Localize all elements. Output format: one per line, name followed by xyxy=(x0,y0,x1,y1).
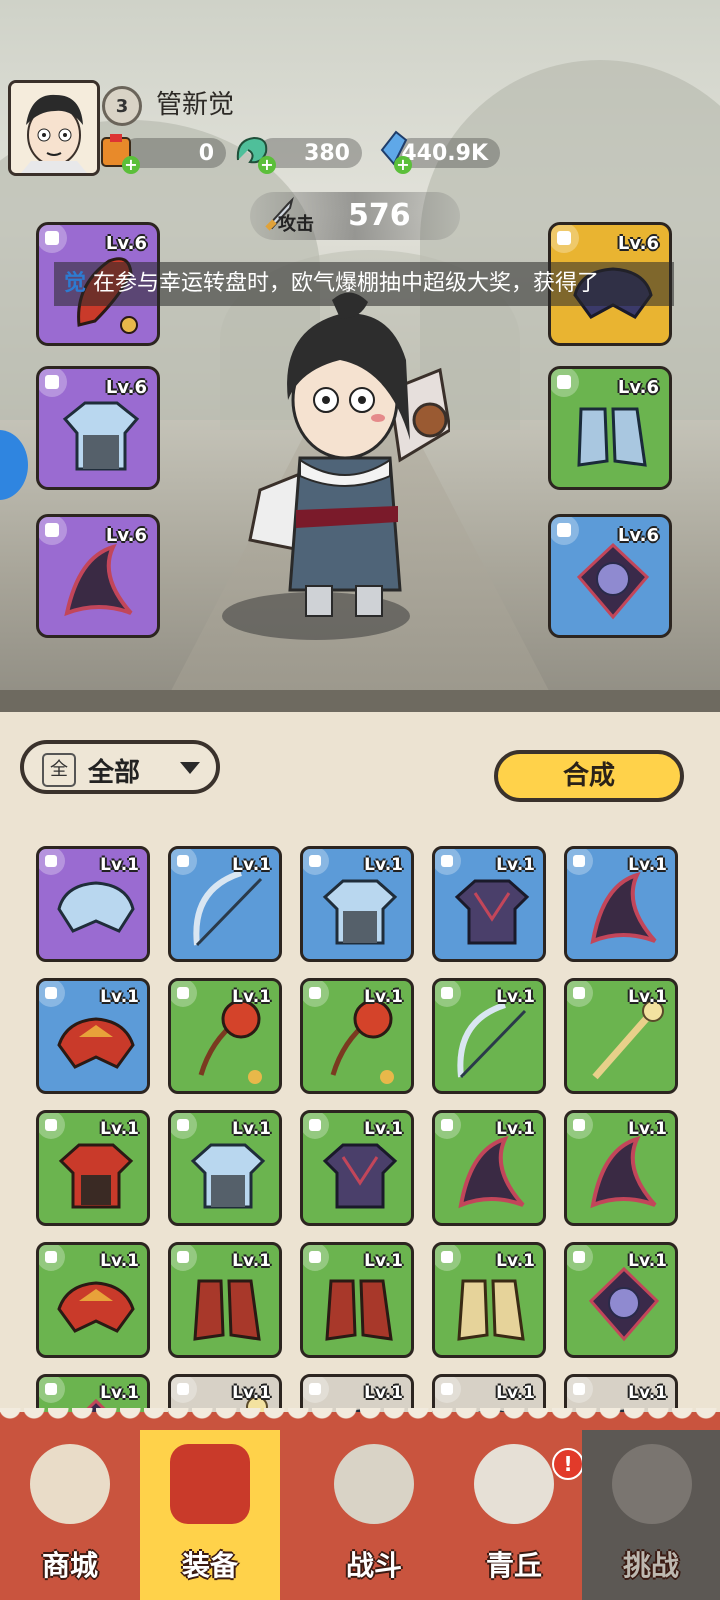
item-level: Lv.1 xyxy=(364,1251,403,1271)
tab-label: 挑战 xyxy=(622,1549,679,1582)
item-level: Lv.1 xyxy=(232,1251,271,1271)
inventory-item[interactable]: Lv.1 xyxy=(300,1242,414,1358)
inventory-item[interactable]: Lv.1 xyxy=(300,978,414,1094)
equip-slot-armor[interactable]: Lv.6 xyxy=(36,366,160,490)
inventory-item[interactable]: Lv.1 xyxy=(432,846,546,962)
add-gift-button[interactable]: + xyxy=(122,156,140,174)
tab-label: 商城 xyxy=(41,1549,98,1582)
item-level: Lv.1 xyxy=(232,987,271,1007)
item-level: Lv.1 xyxy=(100,1383,139,1403)
equip-level: Lv.6 xyxy=(105,377,147,398)
item-level: Lv.1 xyxy=(496,1119,535,1139)
inventory-item[interactable]: Lv.1 xyxy=(36,978,150,1094)
equip-level: Lv.6 xyxy=(617,525,659,546)
equip-slot-boots[interactable]: Lv.6 xyxy=(548,366,672,490)
chevron-down-icon xyxy=(180,762,200,774)
inventory-item[interactable]: Lv.1 xyxy=(564,846,678,962)
equip-level: Lv.6 xyxy=(105,525,147,546)
inventory-item[interactable]: Lv.1 xyxy=(168,978,282,1094)
item-level: Lv.1 xyxy=(100,855,139,875)
item-level: Lv.1 xyxy=(496,1251,535,1271)
equip-level: Lv.6 xyxy=(617,233,659,254)
inventory-item[interactable]: Lv.1 xyxy=(564,1110,678,1226)
challenge-icon xyxy=(612,1444,692,1524)
category-filter-dropdown[interactable]: 全 全部 xyxy=(20,740,220,794)
inventory-item[interactable]: Lv.1 xyxy=(564,1242,678,1358)
crossed-swords-icon xyxy=(334,1444,414,1524)
tab-equipment[interactable]: 装备 xyxy=(140,1430,280,1600)
hero-character[interactable] xyxy=(240,290,452,630)
item-level: Lv.1 xyxy=(232,855,271,875)
player-avatar[interactable] xyxy=(8,80,100,176)
ticker-player: 觉 xyxy=(64,271,87,296)
tab-challenge[interactable]: 挑战 xyxy=(582,1430,720,1600)
inventory-item[interactable]: Lv.1 xyxy=(168,1110,282,1226)
equipment-icon xyxy=(170,1444,250,1524)
attack-label: 攻击 xyxy=(278,214,314,235)
tab-label: 装备 xyxy=(181,1549,238,1582)
inventory-item[interactable]: Lv.1 xyxy=(432,978,546,1094)
inventory-item[interactable]: Lv.1 xyxy=(36,1242,150,1358)
add-crystal-button[interactable]: + xyxy=(394,156,412,174)
item-level: Lv.1 xyxy=(364,1383,403,1403)
item-level: Lv.1 xyxy=(100,1119,139,1139)
item-level: Lv.1 xyxy=(232,1383,271,1403)
item-level: Lv.1 xyxy=(100,987,139,1007)
add-jade-button[interactable]: + xyxy=(258,156,276,174)
item-level: Lv.1 xyxy=(364,1119,403,1139)
equip-slot-ring[interactable]: Lv.6 xyxy=(36,514,160,638)
item-level: Lv.1 xyxy=(364,855,403,875)
inventory-item[interactable]: Lv.1 xyxy=(564,978,678,1094)
item-level: Lv.1 xyxy=(496,855,535,875)
alert-badge: ! xyxy=(552,1448,584,1480)
inventory-item[interactable]: Lv.1 xyxy=(432,1242,546,1358)
equip-level: Lv.6 xyxy=(617,377,659,398)
filter-label: 全部 xyxy=(88,758,141,788)
filter-all-icon: 全 xyxy=(42,753,76,787)
inventory-item[interactable]: Lv.1 xyxy=(168,846,282,962)
inventory-item[interactable]: Lv.1 xyxy=(36,846,150,962)
inventory-item[interactable]: Lv.1 xyxy=(300,846,414,962)
item-level: Lv.1 xyxy=(628,855,667,875)
equip-slot-amulet[interactable]: Lv.6 xyxy=(548,514,672,638)
player-level-badge: 3 xyxy=(102,86,142,126)
inventory-item[interactable]: Lv.1 xyxy=(432,1110,546,1226)
tab-label: 青丘 xyxy=(485,1549,542,1582)
item-level: Lv.1 xyxy=(100,1251,139,1271)
tab-battle[interactable]: 战斗 xyxy=(304,1430,444,1600)
item-level: Lv.1 xyxy=(232,1119,271,1139)
item-level: Lv.1 xyxy=(628,1119,667,1139)
item-level: Lv.1 xyxy=(364,987,403,1007)
inventory-item[interactable]: Lv.1 xyxy=(168,1242,282,1358)
equip-level: Lv.6 xyxy=(105,233,147,254)
item-level: Lv.1 xyxy=(496,1383,535,1403)
shop-icon xyxy=(30,1444,110,1524)
player-name: 管新觉 xyxy=(156,90,235,120)
tab-shop[interactable]: 商城 xyxy=(0,1430,140,1600)
inventory-item[interactable]: Lv.1 xyxy=(300,1110,414,1226)
tab-label: 战斗 xyxy=(345,1549,402,1582)
mountain-icon xyxy=(474,1444,554,1524)
item-level: Lv.1 xyxy=(496,987,535,1007)
item-level: Lv.1 xyxy=(628,987,667,1007)
item-level: Lv.1 xyxy=(628,1251,667,1271)
combine-button[interactable]: 合成 xyxy=(494,750,684,802)
attack-value: 576 xyxy=(348,198,411,233)
inventory-item[interactable]: Lv.1 xyxy=(36,1110,150,1226)
item-level: Lv.1 xyxy=(628,1383,667,1403)
nav-top-edge xyxy=(0,1408,720,1426)
